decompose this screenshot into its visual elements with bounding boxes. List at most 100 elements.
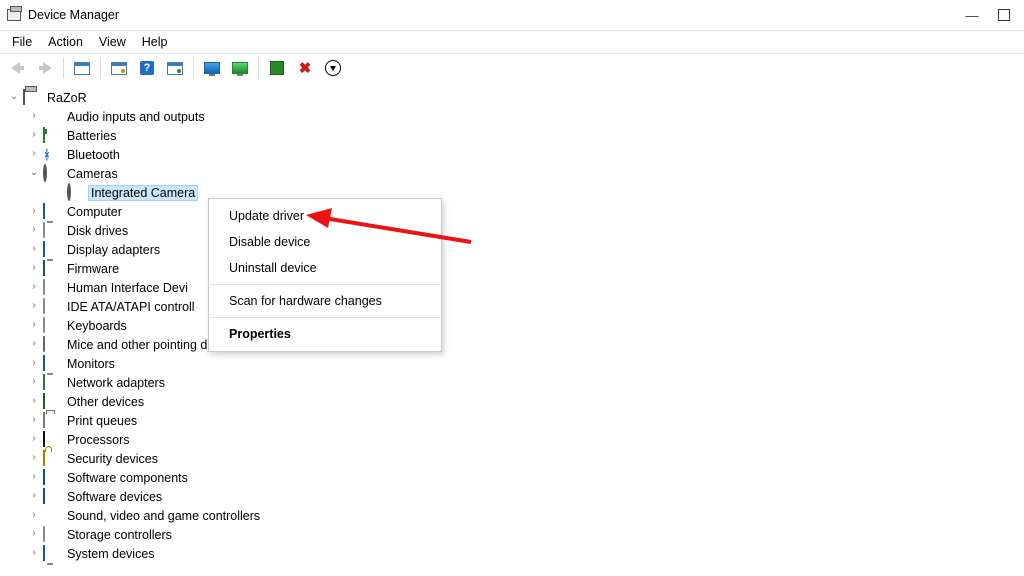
expand-icon[interactable]: › — [28, 110, 40, 122]
expand-icon[interactable]: › — [28, 471, 40, 483]
sw-icon — [43, 489, 59, 505]
minimize-button[interactable]: — — [958, 4, 986, 26]
expand-icon[interactable]: › — [28, 205, 40, 217]
expand-icon[interactable]: › — [28, 452, 40, 464]
enable-icon — [270, 61, 284, 75]
drive-icon — [43, 223, 59, 239]
tree-node-label: Computer — [64, 204, 125, 220]
tree-node[interactable]: ›Firmware — [8, 259, 1024, 278]
menu-action[interactable]: Action — [40, 33, 91, 51]
enable-device-button[interactable] — [264, 56, 290, 80]
menu-view[interactable]: View — [91, 33, 134, 51]
tree-node-label: Batteries — [64, 128, 119, 144]
chip-icon — [43, 261, 59, 277]
propsheet-button[interactable] — [162, 56, 188, 80]
expand-icon[interactable]: › — [28, 490, 40, 502]
tree-node[interactable]: › IDE ATA/ATAPI controll — [8, 297, 1024, 316]
window-icon — [74, 62, 90, 75]
kb-icon — [43, 318, 59, 334]
expand-icon[interactable]: › — [28, 395, 40, 407]
help-button[interactable]: ? — [134, 56, 160, 80]
context-menu: Update driverDisable deviceUninstall dev… — [208, 198, 442, 352]
expand-icon[interactable]: › — [28, 243, 40, 255]
tree-node[interactable]: ›Keyboards — [8, 316, 1024, 335]
maximize-button[interactable] — [990, 4, 1018, 26]
collapse-icon[interactable]: ⌄ — [28, 167, 40, 179]
monitor-icon — [43, 242, 59, 258]
cam-icon — [43, 166, 59, 182]
tree-node-label: Audio inputs and outputs — [64, 109, 208, 125]
pc-icon — [23, 90, 39, 106]
tree-node[interactable]: ›System devices — [8, 544, 1024, 563]
tree-node[interactable]: › Security devices — [8, 449, 1024, 468]
tree-node[interactable]: ›Human Interface Devi — [8, 278, 1024, 297]
expand-icon[interactable]: › — [28, 281, 40, 293]
tree-node[interactable]: ›Display adapters — [8, 240, 1024, 259]
context-menu-item[interactable]: Disable device — [209, 229, 441, 255]
tree-node[interactable]: ›Integrated Camera — [8, 183, 1024, 202]
expand-icon[interactable]: › — [28, 357, 40, 369]
expand-icon[interactable]: › — [28, 129, 40, 141]
tree-node[interactable]: ⌄RaZoR — [8, 88, 1024, 107]
titlebar: Device Manager — — [0, 0, 1024, 31]
tree-node-label: Print queues — [64, 413, 140, 429]
tree-node[interactable]: › Computer — [8, 202, 1024, 221]
expand-icon[interactable]: › — [28, 262, 40, 274]
menu-help[interactable]: Help — [134, 33, 176, 51]
context-menu-item[interactable]: Uninstall device — [209, 255, 441, 281]
tree-node-label: IDE ATA/ATAPI controll — [64, 299, 198, 315]
tree-node[interactable]: ›Other devices — [8, 392, 1024, 411]
expand-icon[interactable]: › — [28, 547, 40, 559]
tree-node[interactable]: › Batteries — [8, 126, 1024, 145]
menu-file[interactable]: File — [4, 33, 40, 51]
update-driver-button[interactable] — [199, 56, 225, 80]
expand-icon[interactable]: › — [28, 414, 40, 426]
tree-node[interactable]: ›Disk drives — [8, 221, 1024, 240]
show-hidden-button[interactable] — [69, 56, 95, 80]
scan-hw-button[interactable] — [227, 56, 253, 80]
tree-node-label: Security devices — [64, 451, 161, 467]
tree-node[interactable]: › Audio inputs and outputs — [8, 107, 1024, 126]
forward-arrow-icon — [43, 62, 52, 74]
tree-node[interactable]: ›ᚼ Bluetooth — [8, 145, 1024, 164]
search-button[interactable] — [320, 56, 346, 80]
context-menu-item[interactable]: Update driver — [209, 203, 441, 229]
expand-icon[interactable]: › — [28, 433, 40, 445]
context-menu-item[interactable]: Scan for hardware changes — [209, 288, 441, 314]
bt-icon: ᚼ — [43, 147, 59, 163]
tree-node-label: Storage controllers — [64, 527, 175, 543]
expand-icon[interactable]: › — [28, 224, 40, 236]
expand-icon[interactable]: › — [28, 319, 40, 331]
tree-node[interactable]: ›Software devices — [8, 487, 1024, 506]
tree-node[interactable]: ⌄Cameras — [8, 164, 1024, 183]
expand-icon[interactable]: › — [28, 528, 40, 540]
update-icon — [204, 62, 220, 74]
printer-icon — [43, 413, 59, 429]
sound-icon — [43, 508, 59, 524]
expand-icon[interactable]: › — [28, 338, 40, 350]
tree-node[interactable]: ›Monitors — [8, 354, 1024, 373]
mouse-icon — [43, 337, 59, 353]
context-menu-separator — [210, 284, 440, 285]
back-arrow-icon — [11, 62, 20, 74]
forward-button[interactable] — [32, 56, 58, 80]
tree-node[interactable]: ›Sound, video and game controllers — [8, 506, 1024, 525]
tree-node[interactable]: ›Network adapters — [8, 373, 1024, 392]
collapse-icon[interactable]: ⌄ — [8, 91, 20, 103]
expand-icon[interactable]: › — [28, 300, 40, 312]
tree-node[interactable]: ›Software components — [8, 468, 1024, 487]
expand-icon[interactable]: › — [28, 376, 40, 388]
properties-button[interactable] — [106, 56, 132, 80]
tree-node[interactable]: ›Processors — [8, 430, 1024, 449]
tree-node[interactable]: › Storage controllers — [8, 525, 1024, 544]
tree-node[interactable]: ›Mice and other pointing devices — [8, 335, 1024, 354]
expand-icon[interactable]: › — [28, 509, 40, 521]
device-tree[interactable]: ⌄RaZoR › Audio inputs and outputs › Batterie… — [0, 82, 1024, 563]
context-menu-item[interactable]: Properties — [209, 321, 441, 347]
back-button[interactable] — [4, 56, 30, 80]
monitor-icon — [43, 356, 59, 372]
tree-node-label: Bluetooth — [64, 147, 123, 163]
tree-node[interactable]: › Print queues — [8, 411, 1024, 430]
expand-icon[interactable]: › — [28, 148, 40, 160]
uninstall-device-button[interactable]: ✖ — [292, 56, 318, 80]
